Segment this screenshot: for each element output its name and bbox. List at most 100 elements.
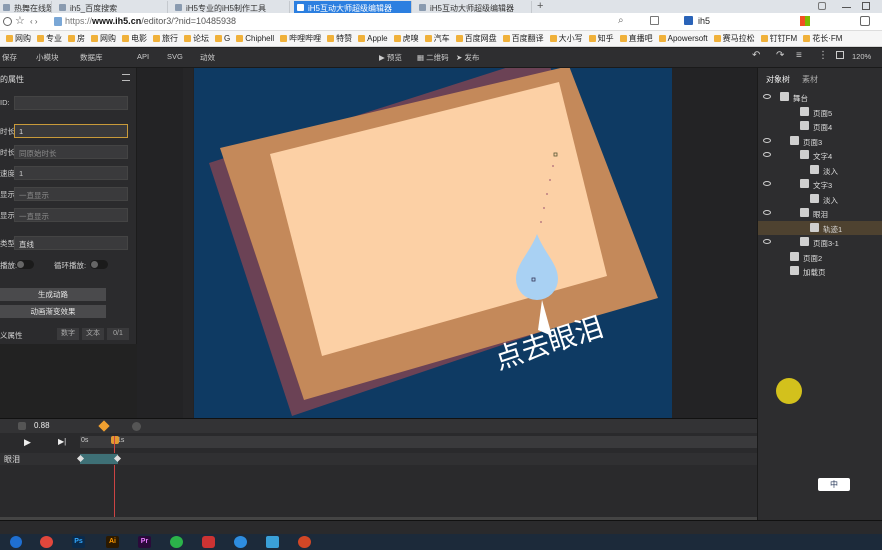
bookmark-item[interactable]: 电影 — [122, 31, 147, 46]
bookmark-item[interactable]: 虎嗅 — [393, 31, 419, 46]
redo-icon[interactable]: ↷ — [776, 50, 784, 61]
bookmark-item[interactable]: 钉钉FM — [760, 31, 797, 46]
bookmark-item[interactable]: 百度翻译 — [502, 31, 544, 46]
track-clip[interactable] — [80, 454, 118, 464]
id-field[interactable] — [14, 96, 128, 110]
type-select[interactable]: 直线 — [14, 236, 128, 250]
eye-icon[interactable] — [763, 137, 771, 143]
preview-button[interactable]: ▶ 预览 — [379, 52, 402, 63]
play-from-icon[interactable]: ▶| — [58, 437, 66, 446]
star-icon[interactable]: ☆ — [15, 14, 25, 27]
tree-item[interactable]: 文字3 — [758, 177, 882, 191]
tree-item[interactable]: 舞台 — [758, 90, 882, 104]
bookmark-item[interactable]: 旅行 — [153, 31, 178, 46]
apps-icon[interactable] — [800, 16, 810, 26]
eye-icon[interactable] — [763, 239, 771, 244]
bookmark-item[interactable]: 花长·FM — [803, 31, 842, 46]
tree-item[interactable]: 页面3 — [758, 134, 882, 148]
eye-icon[interactable] — [763, 181, 771, 186]
menu-icon[interactable] — [860, 16, 870, 26]
browser-tab[interactable]: 热舞在线题 — [0, 1, 52, 13]
tree-item[interactable]: 页面2 — [758, 250, 882, 264]
bookmark-item[interactable]: 直播吧 — [619, 31, 653, 46]
distribute-icon[interactable]: ⋮ — [818, 50, 828, 61]
bookmark-item[interactable]: 百度网盘 — [455, 31, 497, 46]
autoplay-toggle[interactable] — [16, 260, 34, 269]
database-button[interactable]: 数据库 — [80, 52, 103, 63]
tree-item[interactable]: 轨迹1 — [758, 220, 882, 235]
app-icon[interactable] — [234, 536, 247, 548]
search-icon[interactable]: ⌕ — [618, 15, 624, 26]
new-tab-button[interactable]: + — [537, 0, 543, 12]
record-icon[interactable] — [132, 422, 141, 431]
svg-button[interactable]: SVG — [167, 52, 183, 61]
chrome-icon[interactable] — [40, 536, 53, 548]
minimize-icon[interactable] — [842, 7, 851, 8]
bookmark-item[interactable]: 哔哩哔哩 — [280, 31, 321, 46]
publish-button[interactable]: ➤ 发布 — [456, 52, 479, 63]
profile-icon[interactable] — [818, 2, 826, 10]
premiere-icon[interactable]: Pr — [138, 536, 151, 548]
generate-path-button[interactable]: 生成动路 — [0, 288, 106, 301]
time-readout[interactable]: 0.88 — [34, 421, 50, 430]
bookmark-item[interactable]: 房 — [68, 31, 85, 46]
bookmark-item[interactable]: 知乎 — [588, 31, 614, 46]
custom-tab-bool[interactable]: 0/1 — [107, 328, 129, 340]
duration2-field[interactable]: 同原始时长 — [14, 145, 128, 159]
eye-icon[interactable] — [763, 94, 771, 99]
bookmark-item[interactable]: Apple — [358, 31, 388, 46]
maximize-icon[interactable] — [862, 2, 870, 10]
illustrator-icon[interactable]: Ai — [106, 536, 119, 548]
wechat-icon[interactable] — [170, 536, 183, 548]
app-icon[interactable] — [266, 536, 279, 548]
bookmark-item[interactable]: 论坛 — [184, 31, 209, 46]
bookmark-item[interactable]: 特赞 — [327, 31, 352, 46]
browser-tab[interactable]: iH5专业的iH5制作工具 — [172, 1, 290, 13]
align-icon[interactable]: ≡ — [796, 50, 802, 61]
tree-item[interactable]: 文字4 — [758, 148, 882, 162]
effect-button[interactable]: 动效 — [200, 52, 215, 63]
bookmark-item[interactable]: 汽车 — [424, 31, 450, 46]
history-icon[interactable] — [3, 17, 12, 26]
loop-toggle[interactable] — [90, 260, 108, 269]
tab-object-tree[interactable]: 对象树 — [766, 74, 790, 85]
bookmark-item[interactable]: 网购 — [91, 31, 116, 46]
api-button[interactable]: API — [137, 52, 149, 61]
tree-item[interactable]: 页面3-1 — [758, 235, 882, 249]
bookmark-item[interactable]: 网购 — [6, 31, 31, 46]
bookmark-item[interactable]: Chiphell — [236, 31, 274, 46]
custom-tab-text[interactable]: 文本 — [82, 328, 104, 340]
tree-item[interactable]: 页面5 — [758, 105, 882, 119]
search-box[interactable]: ih5 — [698, 16, 710, 26]
tree-item[interactable]: 加载页 — [758, 264, 882, 278]
tree-item[interactable]: 眼泪 — [758, 206, 882, 220]
bookmark-item[interactable]: G — [215, 31, 230, 46]
url-field[interactable]: https://www.ih5.cn/editor3/?nid=10485938 — [65, 16, 236, 26]
display-field[interactable]: 一直显示 — [14, 187, 128, 201]
animation-effect-button[interactable]: 动画渐变效果 — [0, 305, 106, 318]
bookmark-item[interactable]: Apowersoft — [658, 31, 708, 46]
app-icon[interactable] — [202, 536, 215, 548]
bookmark-item[interactable]: 专业 — [37, 31, 62, 46]
zoom-label[interactable]: 120% — [852, 52, 871, 61]
start-icon[interactable] — [10, 536, 22, 548]
browser-tab[interactable]: ih5_百度搜索 — [56, 1, 168, 13]
tree-item[interactable]: 页面4 — [758, 119, 882, 133]
browser-tab[interactable]: iH5互动大师超级编辑器 — [416, 1, 532, 13]
display2-field[interactable]: 一直显示 — [14, 208, 128, 222]
playhead-handle[interactable] — [111, 436, 119, 444]
tab-assets[interactable]: 素材 — [802, 74, 818, 85]
qrcode-button[interactable]: ▦ 二维码 — [417, 52, 449, 63]
time-ruler[interactable] — [80, 436, 757, 448]
save-button[interactable]: 保存 — [2, 52, 17, 63]
eye-icon[interactable] — [763, 210, 771, 215]
stage-canvas[interactable]: 点去眼泪 — [194, 68, 672, 418]
bookmark-item[interactable]: 赛马拉松 — [713, 31, 755, 46]
fit-icon[interactable] — [836, 51, 844, 59]
tree-item[interactable]: 淡入 — [758, 163, 882, 177]
grid-icon[interactable] — [650, 16, 659, 25]
module-button[interactable]: 小模块 — [36, 52, 59, 63]
undo-icon[interactable]: ↶ — [752, 50, 760, 61]
bookmark-item[interactable]: 大小写 — [549, 31, 583, 46]
play-icon[interactable]: ▶ — [24, 437, 31, 448]
